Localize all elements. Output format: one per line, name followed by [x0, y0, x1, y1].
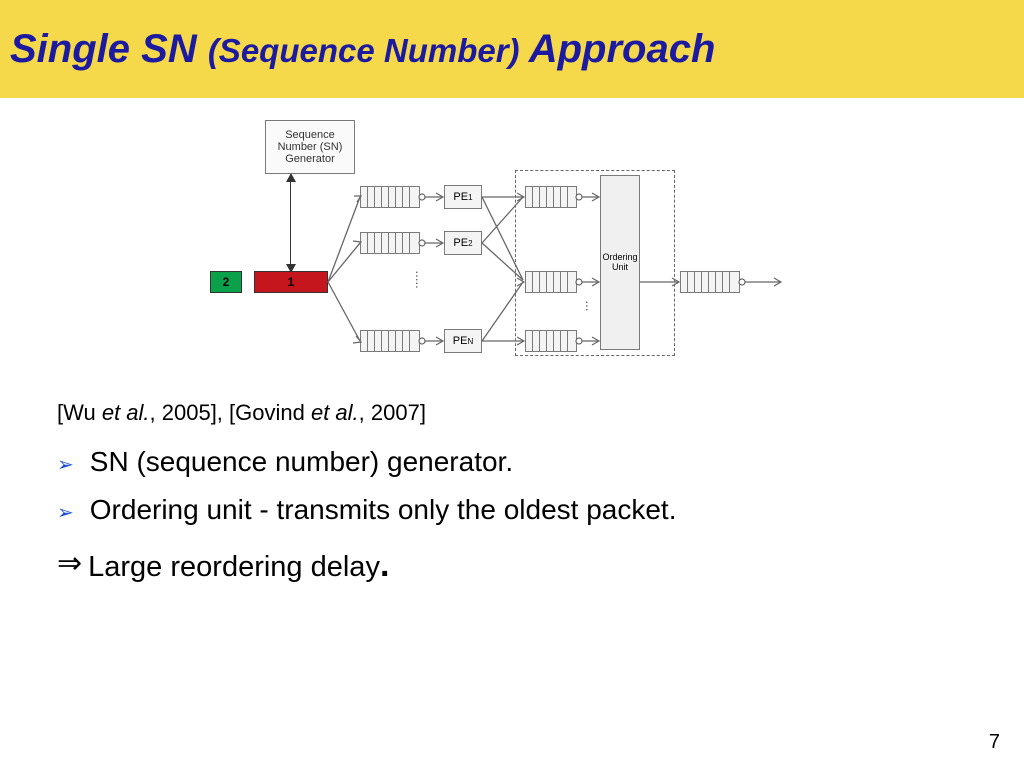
- bullet-1: ➢ SN (sequence number) generator.: [57, 446, 957, 478]
- body-text: [Wu et al., 2005], [Govind et al., 2007]…: [57, 400, 957, 585]
- packet-1: 1: [254, 271, 328, 293]
- title-part2: Approach: [529, 27, 716, 71]
- bullet-icon: ➢: [57, 500, 74, 525]
- ordering-unit-box: Ordering Unit: [600, 175, 640, 350]
- peN-sub: N: [467, 337, 473, 346]
- references: [Wu et al., 2005], [Govind et al., 2007]: [57, 400, 957, 426]
- title-part1: Single SN: [10, 27, 208, 71]
- bullet-icon: ➢: [57, 452, 74, 477]
- pe-2-box: PE2: [444, 231, 482, 255]
- peN-label: PE: [453, 335, 468, 347]
- input-queue-n: [360, 330, 420, 352]
- ref-mid: , 2005], [Govind: [150, 400, 311, 425]
- pe-1-box: PE1: [444, 185, 482, 209]
- bullet-1-text: SN (sequence number) generator.: [90, 446, 513, 478]
- reorder-queue-n: [525, 330, 577, 352]
- pe-n-box: PEN: [444, 329, 482, 353]
- ref-it1: et al.: [102, 400, 150, 425]
- pe1-label: PE: [453, 191, 468, 203]
- reorder-queue-mid: [525, 271, 577, 293]
- input-queue-1: [360, 186, 420, 208]
- input-queue-2: [360, 232, 420, 254]
- slide-title: Single SN (Sequence Number) Approach: [10, 27, 715, 72]
- title-bar: Single SN (Sequence Number) Approach: [0, 0, 1024, 98]
- page-number: 7: [989, 731, 1000, 754]
- reorder-queue-1: [525, 186, 577, 208]
- ref-it2: et al.: [311, 400, 359, 425]
- conclusion-text: Large reordering delay.: [88, 546, 389, 585]
- title-sub: (Sequence Number): [208, 32, 529, 69]
- sn-connector-line: [290, 176, 291, 271]
- vertical-dots-1: ·····: [410, 270, 426, 288]
- pe1-sub: 1: [468, 193, 472, 202]
- bullet-2-text: Ordering unit - transmits only the oldes…: [90, 494, 677, 526]
- pe2-label: PE: [453, 237, 468, 249]
- sn-generator-box: Sequence Number (SN) Generator: [265, 120, 355, 174]
- implies-icon: ⇒: [57, 546, 82, 581]
- arrow-up-icon: [286, 173, 296, 182]
- architecture-diagram: Sequence Number (SN) Generator 2 1 PE1 P…: [210, 120, 820, 380]
- output-queue: [680, 271, 740, 293]
- bullet-2: ➢ Ordering unit - transmits only the old…: [57, 494, 957, 526]
- vertical-dots-2: ···: [580, 300, 596, 311]
- ref-post: , 2007]: [359, 400, 426, 425]
- conclusion-row: ⇒ Large reordering delay.: [57, 546, 957, 585]
- packet-2: 2: [210, 271, 242, 293]
- pe2-sub: 2: [468, 239, 472, 248]
- ref-pre: [Wu: [57, 400, 102, 425]
